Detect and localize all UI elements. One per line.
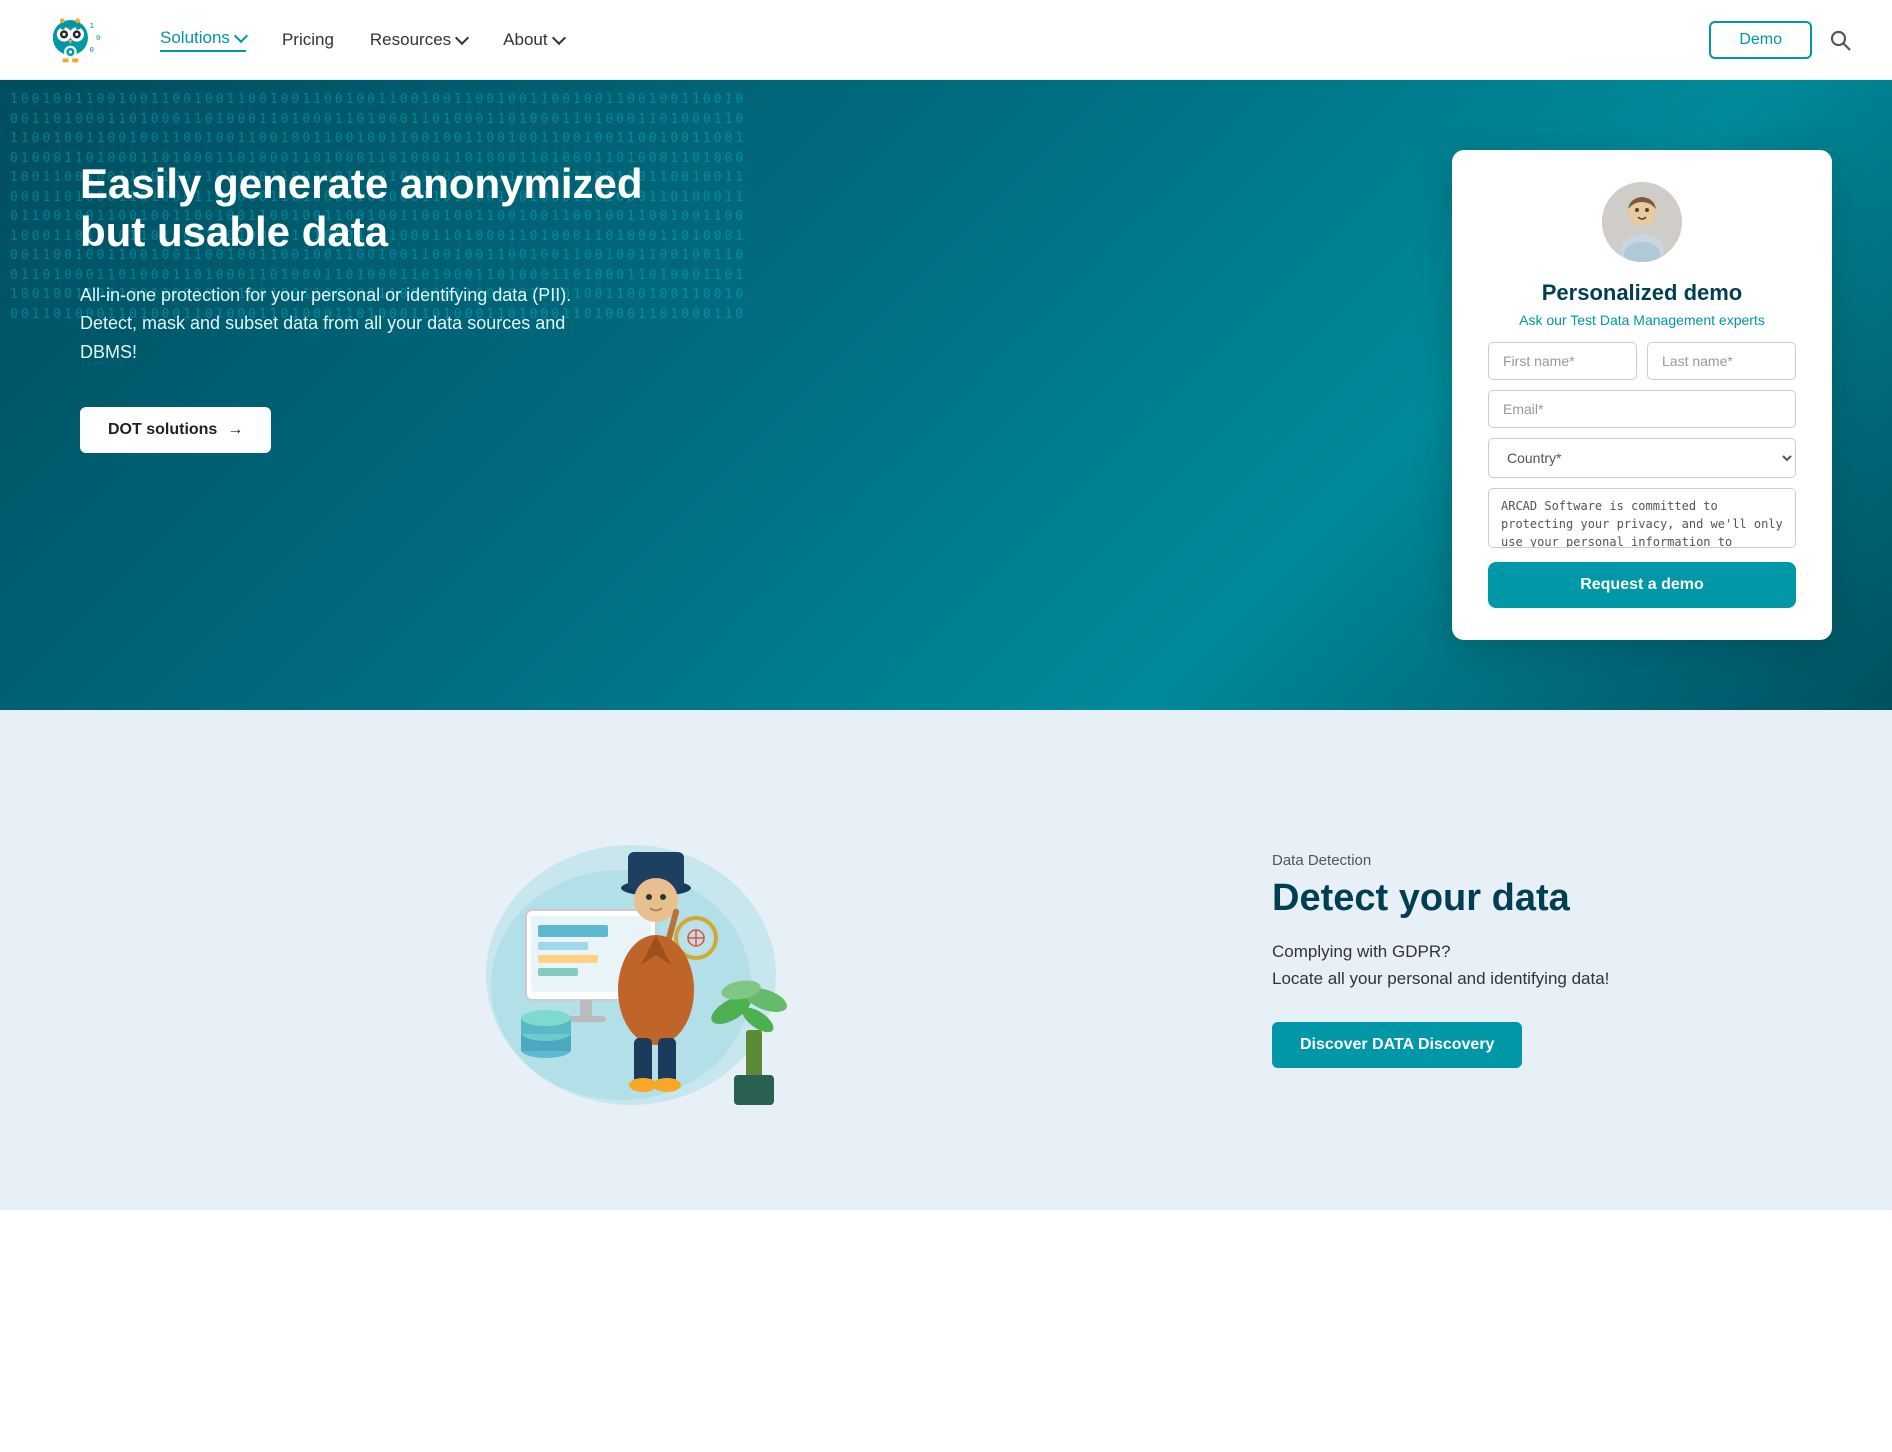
nav-about[interactable]: About	[503, 30, 563, 50]
detection-section: Data Detection Detect your data Complyin…	[0, 710, 1892, 1210]
logo-icon: 1 0 0	[40, 10, 120, 70]
last-name-input[interactable]	[1647, 342, 1796, 380]
email-input[interactable]	[1488, 390, 1796, 428]
logo[interactable]: 1 0 0	[40, 10, 120, 70]
search-button[interactable]	[1828, 28, 1852, 52]
privacy-text[interactable]: ARCAD Software is committed to protectin…	[1488, 488, 1796, 548]
resources-chevron-icon	[455, 30, 469, 44]
demo-button[interactable]: Demo	[1709, 21, 1812, 59]
svg-text:1: 1	[90, 21, 94, 30]
demo-name-row	[1488, 342, 1796, 380]
hero-subtitle: All-in-one protection for your personal …	[80, 281, 600, 367]
hero-cta-button[interactable]: DOT solutions →	[80, 407, 271, 453]
hero-section: 1001001100100110010011001001100100110010…	[0, 80, 1892, 710]
detection-title: Detect your data	[1272, 877, 1832, 920]
country-select[interactable]: Country* United States United Kingdom Fr…	[1488, 438, 1796, 478]
hero-title: Easily generate anonymized but usable da…	[80, 160, 680, 257]
detection-svg	[456, 790, 816, 1130]
demo-form: Country* United States United Kingdom Fr…	[1488, 342, 1796, 608]
nav-resources[interactable]: Resources	[370, 30, 467, 50]
navbar: 1 0 0 Solutions Pricing Resources About …	[0, 0, 1892, 80]
detection-tag: Data Detection	[1272, 852, 1832, 869]
hero-content: Easily generate anonymized but usable da…	[0, 80, 1892, 710]
about-chevron-icon	[552, 30, 566, 44]
nav-right: Demo	[1709, 21, 1852, 59]
expert-avatar	[1602, 182, 1682, 262]
svg-text:0: 0	[90, 45, 94, 54]
nav-solutions[interactable]: Solutions	[160, 28, 246, 52]
avatar-image	[1602, 182, 1682, 262]
detection-content: Data Detection Detect your data Complyin…	[1272, 852, 1832, 1068]
discover-data-discovery-button[interactable]: Discover DATA Discovery	[1272, 1022, 1522, 1068]
detection-illustration	[60, 790, 1212, 1130]
nav-links: Solutions Pricing Resources About	[160, 28, 1709, 52]
first-name-input[interactable]	[1488, 342, 1637, 380]
demo-card-title: Personalized demo	[1542, 280, 1743, 306]
search-icon	[1828, 28, 1852, 52]
demo-card: Personalized demo Ask our Test Data Mana…	[1452, 150, 1832, 640]
request-demo-button[interactable]: Request a demo	[1488, 562, 1796, 608]
svg-text:0: 0	[96, 33, 100, 42]
hero-text-block: Easily generate anonymized but usable da…	[80, 140, 680, 453]
nav-pricing[interactable]: Pricing	[282, 30, 334, 50]
solutions-chevron-icon	[234, 28, 248, 42]
detection-description: Complying with GDPR? Locate all your per…	[1272, 938, 1832, 992]
demo-card-subtitle: Ask our Test Data Management experts	[1519, 312, 1765, 328]
